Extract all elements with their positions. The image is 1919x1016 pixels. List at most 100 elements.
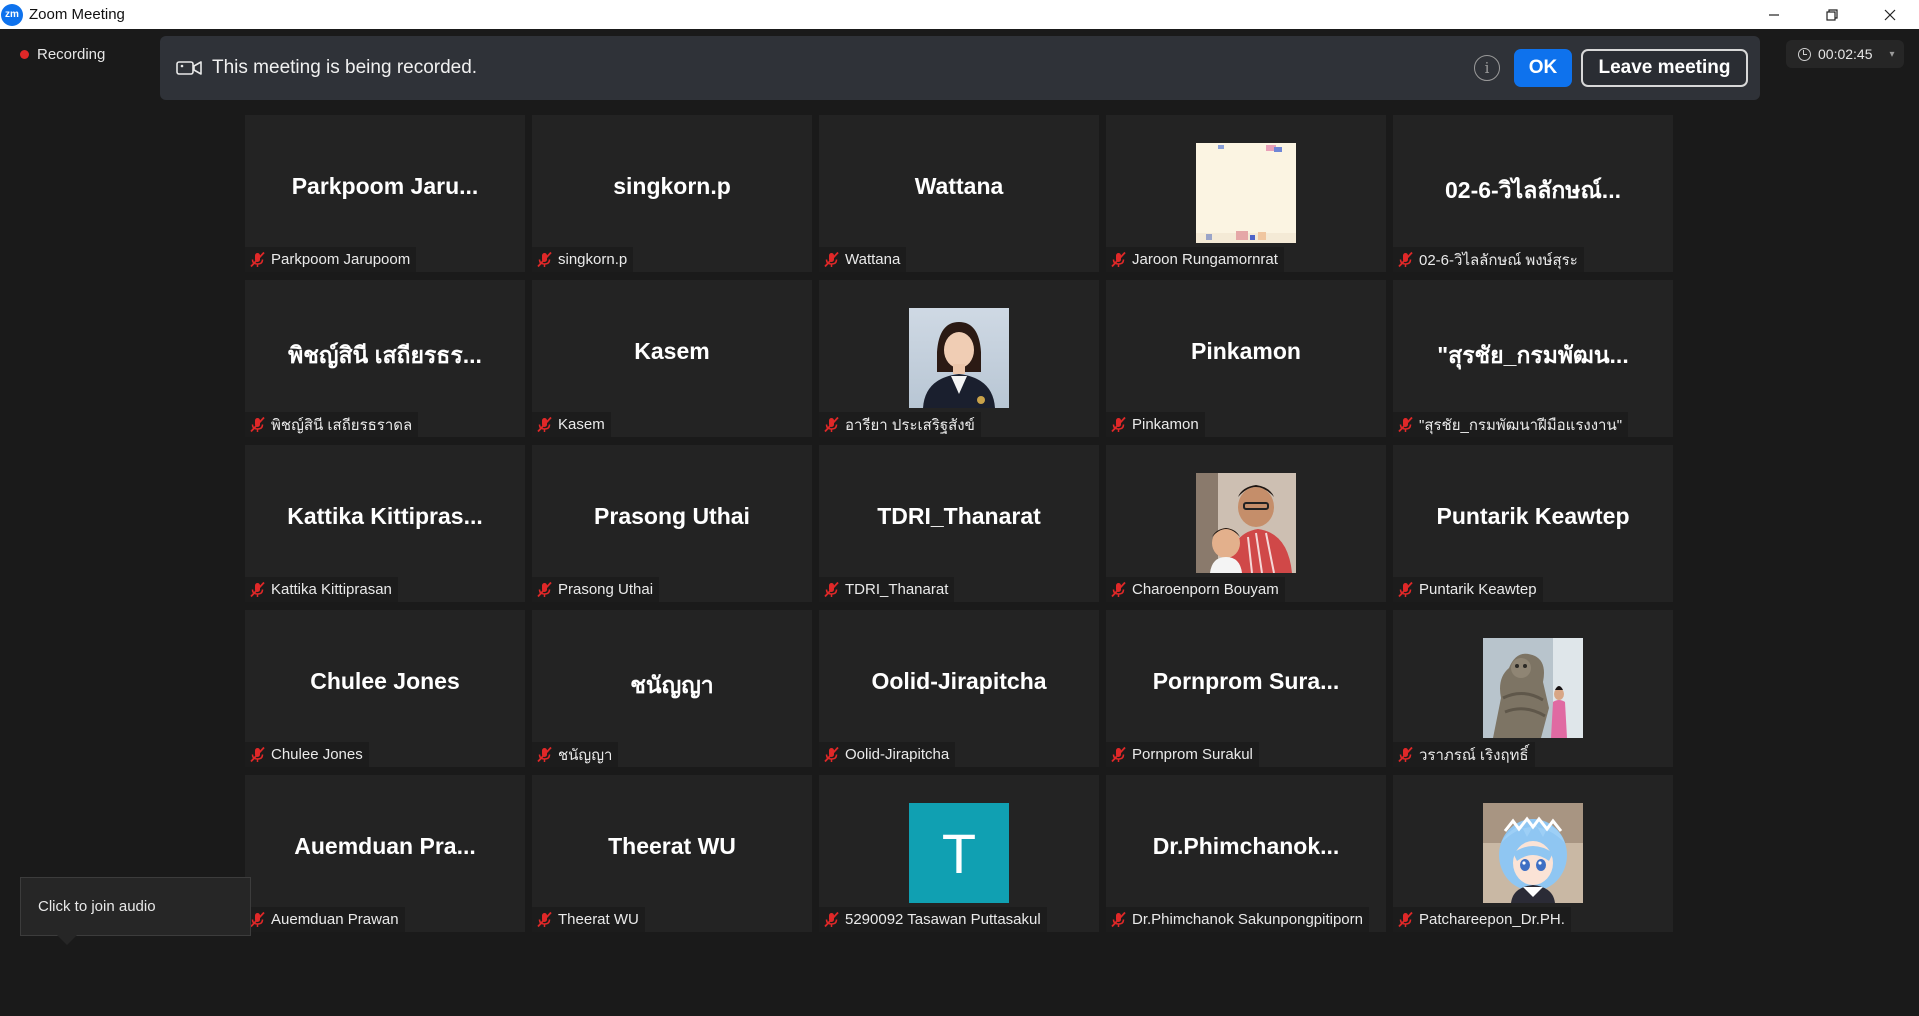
minimize-button[interactable] <box>1745 0 1803 29</box>
participant-name-tag: Oolid-Jirapitcha <box>819 742 956 767</box>
participant-tile[interactable]: Prasong Uthai Prasong Uthai <box>532 445 812 602</box>
participant-tile[interactable]: "สุรชัย_กรมพัฒน... "สุรชัย_กรมพัฒนาฝีมือแ… <box>1393 280 1673 437</box>
participant-display-name: Theerat WU <box>608 833 736 859</box>
participant-display-name: Oolid-Jirapitcha <box>871 668 1047 694</box>
muted-microphone-icon <box>536 416 553 433</box>
participant-tile[interactable]: อารียา ประเสริฐสังข์ <box>819 280 1099 437</box>
participant-name: Auemduan Prawan <box>271 911 399 928</box>
participant-tile[interactable]: Patchareepon_Dr.PH. <box>1393 775 1673 932</box>
ok-button[interactable]: OK <box>1514 49 1572 87</box>
participant-tile[interactable]: Pinkamon Pinkamon <box>1106 280 1386 437</box>
participant-display-name: Wattana <box>914 173 1004 199</box>
participant-name-tag: Pornprom Surakul <box>1106 742 1259 767</box>
participant-tile[interactable]: Kasem Kasem <box>532 280 812 437</box>
recording-dot-icon <box>20 49 29 59</box>
participant-name: 02-6-วิไลลักษณ์ พงษ์สุระ <box>1419 251 1578 269</box>
participant-display-name: TDRI_Thanarat <box>877 503 1041 529</box>
participant-name-tag: Parkpoom Jarupoom <box>245 247 417 272</box>
participant-name-tag: Puntarik Keawtep <box>1393 577 1543 602</box>
restore-icon <box>1826 8 1838 21</box>
participant-display-name: Kasem <box>634 338 710 364</box>
participant-name: Pornprom Surakul <box>1132 746 1253 763</box>
recording-indicator[interactable]: Recording <box>10 40 105 68</box>
restore-button[interactable] <box>1803 0 1861 29</box>
participant-display-name: ชนัญญา <box>630 672 714 698</box>
participant-display-name: Dr.Phimchanok... <box>1152 833 1340 859</box>
participant-name: Puntarik Keawtep <box>1419 581 1537 598</box>
participant-name-tag: พิชญ์สินี เสถียรธราดล <box>245 412 419 437</box>
participant-name: Kattika Kittiprasan <box>271 581 392 598</box>
participant-display-name: Auemduan Pra... <box>294 833 476 859</box>
participant-name: Wattana <box>845 251 901 268</box>
participant-tile[interactable]: ชนัญญา ชนัญญา <box>532 610 812 767</box>
participant-name: 5290092 Tasawan Puttasakul <box>845 911 1041 928</box>
avatar <box>909 308 1009 408</box>
muted-microphone-icon <box>1110 251 1127 268</box>
participant-display-name: Puntarik Keawtep <box>1436 503 1630 529</box>
muted-microphone-icon <box>1110 746 1127 763</box>
participant-tile[interactable]: Jaroon Rungamornrat <box>1106 115 1386 272</box>
muted-microphone-icon <box>823 251 840 268</box>
participant-gallery: Parkpoom Jaru... Parkpoom Jarupoom singkor… <box>245 115 1676 933</box>
participant-name: Jaroon Rungamornrat <box>1132 251 1278 268</box>
participant-name-tag: TDRI_Thanarat <box>819 577 955 602</box>
leave-meeting-button[interactable]: Leave meeting <box>1581 49 1748 87</box>
join-audio-tooltip[interactable]: Click to join audio <box>20 877 251 945</box>
recording-notice-text: This meeting is being recorded. <box>212 57 478 78</box>
muted-microphone-icon <box>536 911 553 928</box>
participant-display-name: singkorn.p <box>613 173 731 199</box>
participant-tile[interactable]: TDRI_Thanarat TDRI_Thanarat <box>819 445 1099 602</box>
muted-microphone-icon <box>249 581 266 598</box>
participant-display-name: Prasong Uthai <box>594 503 750 529</box>
participant-name-tag: Auemduan Prawan <box>245 907 405 932</box>
participant-name: พิชญ์สินี เสถียรธราดล <box>271 416 413 434</box>
muted-microphone-icon <box>536 746 553 763</box>
participant-tile[interactable]: Pornprom Sura... Pornprom Surakul <box>1106 610 1386 767</box>
participant-display-name: 02-6-วิไลลักษณ์... <box>1445 177 1621 203</box>
participant-tile[interactable]: 02-6-วิไลลักษณ์... 02-6-วิไลลักษณ์ พงษ์สุ… <box>1393 115 1673 272</box>
participant-tile[interactable]: Puntarik Keawtep Puntarik Keawtep <box>1393 445 1673 602</box>
participant-tile[interactable]: singkorn.p singkorn.p <box>532 115 812 272</box>
video-camera-icon <box>176 61 202 75</box>
participant-tile[interactable]: Kattika Kittipras... Kattika Kittiprasan <box>245 445 525 602</box>
participant-tile[interactable]: Theerat WU Theerat WU <box>532 775 812 932</box>
participant-name: Kasem <box>558 416 605 433</box>
participant-name-tag: อารียา ประเสริฐสังข์ <box>819 412 981 437</box>
muted-microphone-icon <box>823 581 840 598</box>
participant-tile[interactable]: วราภรณ์ เริงฤทธิ์ <box>1393 610 1673 767</box>
participant-name: TDRI_Thanarat <box>845 581 949 598</box>
participant-name-tag: 02-6-วิไลลักษณ์ พงษ์สุระ <box>1393 247 1584 272</box>
avatar: T <box>909 803 1009 903</box>
participant-name: Chulee Jones <box>271 746 363 763</box>
participant-name: Prasong Uthai <box>558 581 654 598</box>
participant-tile[interactable]: Charoenporn Bouyam <box>1106 445 1386 602</box>
close-button[interactable] <box>1861 0 1919 29</box>
avatar <box>1196 473 1296 573</box>
participant-name-tag: Theerat WU <box>532 907 645 932</box>
meeting-timer[interactable]: 00:02:45 ▾ <box>1786 40 1904 68</box>
participant-tile[interactable]: Parkpoom Jaru... Parkpoom Jarupoom <box>245 115 525 272</box>
muted-microphone-icon <box>249 746 266 763</box>
participant-name-tag: วราภรณ์ เริงฤทธิ์ <box>1393 742 1535 767</box>
chevron-down-icon: ▾ <box>1889 48 1895 60</box>
muted-microphone-icon <box>823 911 840 928</box>
muted-microphone-icon <box>1397 581 1414 598</box>
avatar <box>1196 143 1296 243</box>
participant-name: Dr.Phimchanok Sakunpongpitiporn <box>1132 911 1363 928</box>
avatar <box>1483 638 1583 738</box>
participant-name-tag: Pinkamon <box>1106 412 1205 437</box>
participant-name: Theerat WU <box>558 911 639 928</box>
info-icon[interactable]: i <box>1474 55 1500 81</box>
participant-name-tag: "สุรชัย_กรมพัฒนาฝีมือแรงงาน" <box>1393 412 1629 437</box>
participant-tile[interactable]: พิชญ์สินี เสถียรธร... พิชญ์สินี เสถียรธรา… <box>245 280 525 437</box>
participant-tile[interactable]: Chulee Jones Chulee Jones <box>245 610 525 767</box>
participant-tile[interactable]: Auemduan Pra... Auemduan Prawan <box>245 775 525 932</box>
participant-tile[interactable]: T 5290092 Tasawan Puttasakul <box>819 775 1099 932</box>
participant-tile[interactable]: Wattana Wattana <box>819 115 1099 272</box>
muted-microphone-icon <box>536 581 553 598</box>
participant-tile[interactable]: Dr.Phimchanok... Dr.Phimchanok Sakunpongp… <box>1106 775 1386 932</box>
muted-microphone-icon <box>1397 251 1414 268</box>
participant-name: วราภรณ์ เริงฤทธิ์ <box>1419 746 1529 764</box>
participant-tile[interactable]: Oolid-Jirapitcha Oolid-Jirapitcha <box>819 610 1099 767</box>
participant-name-tag: 5290092 Tasawan Puttasakul <box>819 907 1047 932</box>
